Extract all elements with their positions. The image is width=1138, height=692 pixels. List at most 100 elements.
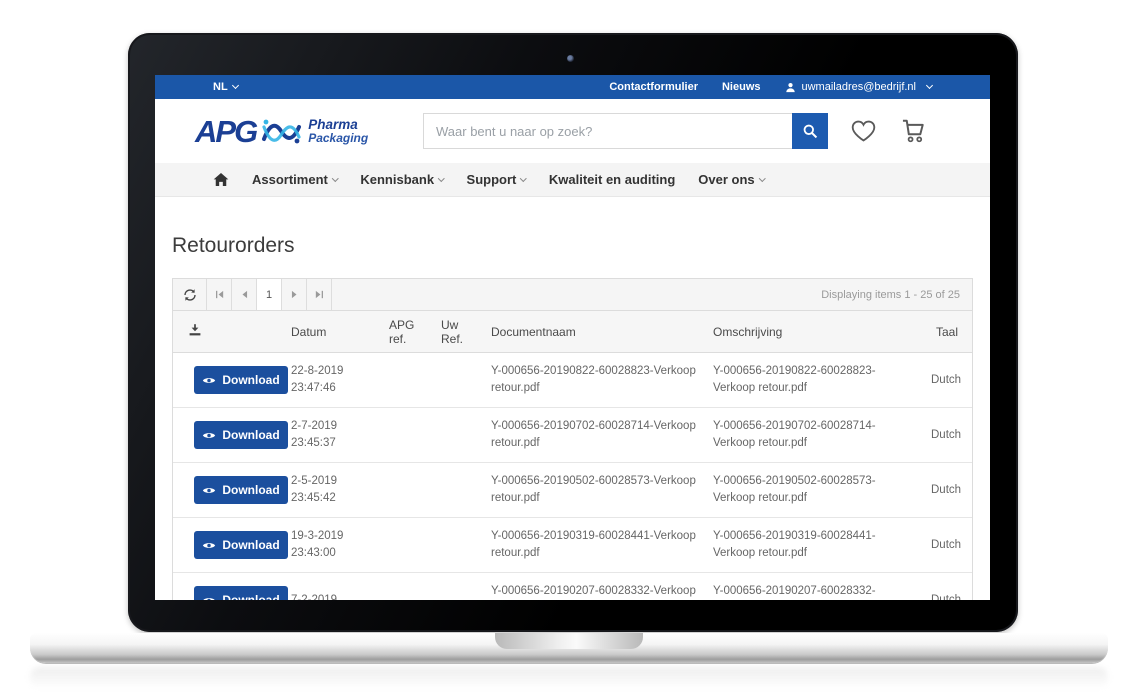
download-button[interactable]: Download xyxy=(194,531,288,559)
current-page[interactable]: 1 xyxy=(257,279,282,310)
row-date: 2-5-2019 xyxy=(291,473,375,490)
download-button[interactable]: Download xyxy=(194,586,288,600)
column-header[interactable]: Documentnaam xyxy=(485,325,707,339)
download-icon xyxy=(188,323,202,337)
document-name-cell: Y-000656-20190702-60028714-Verkoop retou… xyxy=(485,412,707,458)
home-icon xyxy=(213,172,229,187)
site-header: APG Pharma Packaging xyxy=(155,99,990,163)
refresh-button[interactable] xyxy=(173,279,207,310)
language-cell: Dutch xyxy=(925,531,975,560)
cart-button[interactable] xyxy=(899,118,927,144)
logo-line1: Pharma xyxy=(308,118,368,132)
row-time: 23:45:42 xyxy=(291,490,375,507)
prev-page-icon xyxy=(239,289,250,300)
uw-ref-cell xyxy=(435,429,485,441)
download-button[interactable]: Download xyxy=(194,476,288,504)
nav-item[interactable]: Kennisbank xyxy=(360,172,443,187)
apg-ref-cell xyxy=(383,539,435,551)
logo-line2: Packaging xyxy=(308,132,368,145)
download-button-label: Download xyxy=(222,483,279,497)
laptop-base xyxy=(30,633,1108,663)
paging-status: Displaying items 1 - 25 of 25 xyxy=(821,289,972,301)
laptop-reflection xyxy=(30,667,1108,689)
datum-cell: 2-7-2019 23:45:37 xyxy=(285,412,383,458)
column-header[interactable]: APG ref. xyxy=(383,318,435,346)
topbar: NL Contactformulier Nieuws uwmailadres@b… xyxy=(155,75,990,99)
next-page-button[interactable] xyxy=(282,279,307,310)
language-selector[interactable]: NL xyxy=(213,81,238,93)
news-link[interactable]: Nieuws xyxy=(722,81,761,93)
uw-ref-cell xyxy=(435,594,485,600)
eye-icon xyxy=(202,431,216,440)
main-content: Retourorders xyxy=(155,234,990,600)
eye-icon xyxy=(202,486,216,495)
wishlist-button[interactable] xyxy=(850,119,877,143)
last-page-icon xyxy=(314,289,325,300)
heart-icon xyxy=(850,119,877,143)
language-cell: Dutch xyxy=(925,421,975,450)
search-button[interactable] xyxy=(792,113,828,149)
download-button[interactable]: Download xyxy=(194,421,288,449)
next-page-icon xyxy=(289,289,300,300)
table-header-row: Datum APG ref. Uw Ref. Documentnaam Omsc… xyxy=(173,311,972,353)
document-name-cell: Y-000656-20190319-60028441-Verkoop retou… xyxy=(485,522,707,568)
table-body: Download 22-8-2019 23:47:46 Y-000656-201… xyxy=(173,353,972,600)
column-header[interactable]: Uw Ref. xyxy=(435,318,485,346)
description-cell: Y-000656-20190702-60028714-Verkoop retou… xyxy=(707,412,925,458)
table-row: Download 22-8-2019 23:47:46 Y-000656-201… xyxy=(173,353,972,408)
download-button-label: Download xyxy=(222,593,279,600)
column-header[interactable]: Taal xyxy=(925,325,972,339)
row-date: 2-7-2019 xyxy=(291,418,375,435)
row-date: 7-2-2019 xyxy=(291,592,375,601)
nav-item[interactable]: Over ons xyxy=(698,172,764,187)
last-page-button[interactable] xyxy=(307,279,332,310)
apg-ref-cell xyxy=(383,374,435,386)
download-column-header xyxy=(173,323,285,340)
logo-apg-text: APG xyxy=(195,116,256,147)
refresh-icon xyxy=(183,288,197,302)
chevron-down-icon xyxy=(438,175,444,181)
search-bar xyxy=(423,113,828,149)
uw-ref-cell xyxy=(435,539,485,551)
table-toolbar: 1 Displaying items 1 - 25 xyxy=(173,279,972,311)
document-name-cell: Y-000656-20190502-60028573-Verkoop retou… xyxy=(485,467,707,513)
uw-ref-cell xyxy=(435,484,485,496)
table-row: Download 19-3-2019 23:43:00 Y-000656-201… xyxy=(173,518,972,573)
nav-item-label: Assortiment xyxy=(252,172,328,187)
description-cell: Y-000656-20190319-60028441-Verkoop retou… xyxy=(707,522,925,568)
account-menu[interactable]: uwmailadres@bedrijf.nl xyxy=(785,81,933,93)
chevron-down-icon xyxy=(520,175,526,181)
apg-ref-cell xyxy=(383,594,435,600)
apg-logo[interactable]: APG Pharma Packaging xyxy=(195,113,423,149)
nav-item[interactable]: Assortiment xyxy=(252,172,337,187)
first-page-button[interactable] xyxy=(207,279,232,310)
column-header[interactable]: Omschrijving xyxy=(707,325,925,339)
nav-home[interactable] xyxy=(213,172,229,187)
row-time: 23:43:00 xyxy=(291,545,375,562)
row-time: 23:47:46 xyxy=(291,380,375,397)
nav-item-label: Support xyxy=(467,172,517,187)
description-cell: Y-000656-20190822-60028823-Verkoop retou… xyxy=(707,357,925,403)
laptop-lid-notch xyxy=(495,633,643,649)
eye-icon xyxy=(202,376,216,385)
uw-ref-cell xyxy=(435,374,485,386)
search-input[interactable] xyxy=(423,113,792,149)
row-date: 19-3-2019 xyxy=(291,528,375,545)
download-cell: Download xyxy=(173,525,285,565)
language-cell: Dutch xyxy=(925,366,975,395)
nav-item-label: Kwaliteit en auditing xyxy=(549,172,675,187)
contact-link[interactable]: Contactformulier xyxy=(609,81,698,93)
nav-item[interactable]: Support xyxy=(467,172,526,187)
browser-viewport: NL Contactformulier Nieuws uwmailadres@b… xyxy=(155,75,990,600)
apg-ref-cell xyxy=(383,484,435,496)
nav-item[interactable]: Kwaliteit en auditing xyxy=(549,172,675,187)
account-email: uwmailadres@bedrijf.nl xyxy=(802,81,917,93)
prev-page-button[interactable] xyxy=(232,279,257,310)
column-header[interactable]: Datum xyxy=(285,325,383,339)
apg-ref-cell xyxy=(383,429,435,441)
language-cell: Dutch xyxy=(925,586,975,601)
chevron-down-icon xyxy=(332,175,338,181)
download-button[interactable]: Download xyxy=(194,366,288,394)
laptop-camera-icon xyxy=(567,55,574,62)
download-cell: Download xyxy=(173,415,285,455)
